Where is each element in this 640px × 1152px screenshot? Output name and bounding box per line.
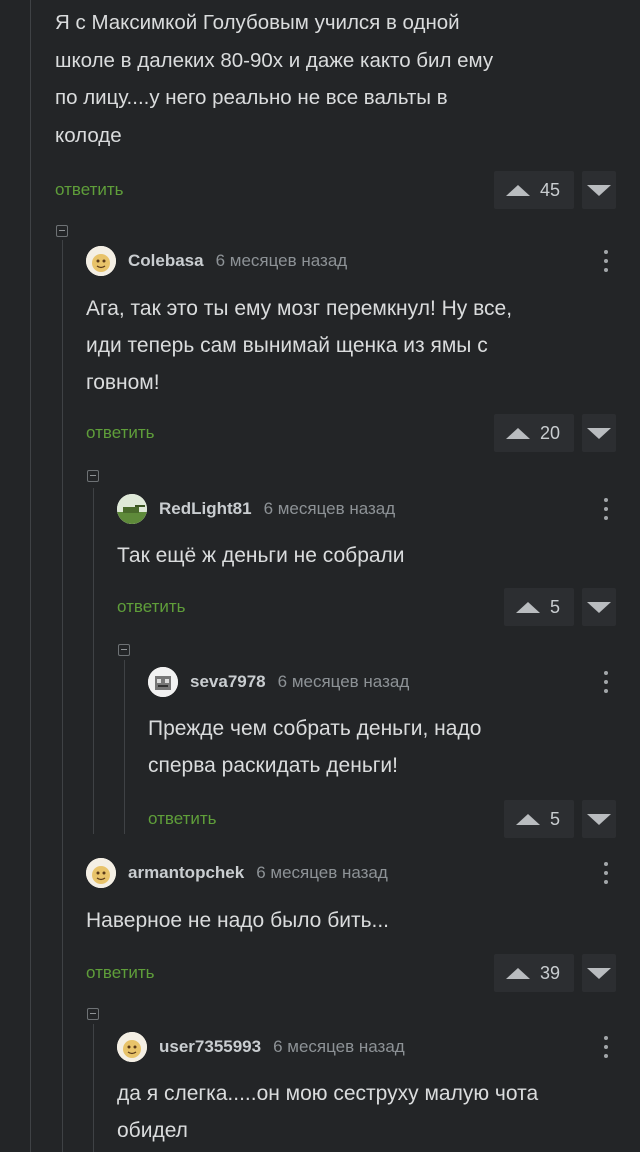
comment-text: Прежде чем собрать деньги, надо сперва р… [148, 717, 482, 777]
comment-text: Ага, так это ты ему мозг перемкнул! Ну в… [86, 297, 513, 394]
more-options-icon[interactable] [596, 1032, 616, 1062]
rating: 20 [493, 414, 616, 452]
comment-actions: ответить 39 [86, 953, 616, 993]
more-options-icon[interactable] [596, 494, 616, 524]
rating-count: 5 [549, 808, 560, 829]
arrow-up-icon [515, 601, 540, 613]
upvote-button[interactable]: 5 [503, 800, 574, 838]
comment-text: Так ещё ж деньги не собрали [117, 544, 405, 567]
downvote-button[interactable] [582, 954, 616, 992]
upvote-button[interactable]: 39 [493, 954, 574, 992]
downvote-button[interactable] [582, 171, 616, 209]
comment-text: Наверное не надо было бить... [86, 909, 390, 932]
comment: armantopchek 6 месяцев назад Наверное не… [86, 857, 616, 993]
author-name[interactable]: Colebasa [128, 251, 204, 271]
comment-time: 6 месяцев назад [215, 251, 348, 270]
rating-count: 20 [539, 422, 560, 443]
author-name[interactable]: seva7978 [190, 672, 266, 692]
arrow-up-icon [505, 967, 530, 979]
comment-header: seva7978 6 месяцев назад [148, 666, 616, 698]
rating: 5 [503, 588, 616, 626]
collapse-toggle-icon[interactable] [87, 1008, 99, 1020]
arrow-down-icon [587, 601, 611, 613]
rating-count: 5 [549, 596, 560, 617]
arrow-down-icon [587, 427, 611, 439]
rating: 39 [493, 954, 616, 992]
rating: 45 [493, 171, 616, 209]
downvote-button[interactable] [582, 588, 616, 626]
comment-time: 6 месяцев назад [273, 1037, 405, 1056]
comment-text: да я слегка.....он мою сеструху малую чо… [117, 1082, 539, 1142]
avatar[interactable] [148, 667, 178, 697]
comment-header: user7355993 6 месяцев назад [117, 1031, 616, 1063]
avatar[interactable] [117, 494, 147, 524]
avatar[interactable] [86, 246, 116, 276]
arrow-down-icon [587, 813, 611, 825]
reply-link[interactable]: ответить [55, 180, 124, 200]
arrow-down-icon [587, 184, 611, 196]
avatar[interactable] [117, 1032, 147, 1062]
downvote-button[interactable] [582, 800, 616, 838]
upvote-button[interactable]: 5 [503, 588, 574, 626]
comment-actions: ответить 20 [86, 413, 616, 453]
thread-line [30, 0, 31, 1152]
reply-link[interactable]: ответить [148, 809, 217, 829]
comment-time: 6 месяцев назад [263, 499, 396, 518]
arrow-up-icon [505, 427, 530, 439]
comment-actions: ответить 5 [117, 587, 616, 627]
comment-actions: ответить 45 [55, 170, 616, 210]
thread-line [93, 488, 94, 834]
rating-count: 39 [539, 962, 560, 983]
author-name[interactable]: RedLight81 [159, 499, 252, 519]
root-comment: Я с Максимкой Голубовым учился в одной ш… [55, 4, 616, 210]
collapse-toggle-icon[interactable] [118, 644, 130, 656]
rating: 5 [503, 800, 616, 838]
comment: RedLight81 6 месяцев назад Так ещё ж ден… [117, 493, 616, 627]
comment-time: 6 месяцев назад [256, 863, 388, 882]
comment-header: Colebasa 6 месяцев назад [86, 245, 616, 277]
arrow-up-icon [505, 184, 530, 196]
downvote-button[interactable] [582, 414, 616, 452]
collapse-toggle-icon[interactable] [87, 470, 99, 482]
upvote-button[interactable]: 20 [493, 414, 574, 452]
author-name[interactable]: user7355993 [159, 1037, 261, 1057]
more-options-icon[interactable] [596, 858, 616, 888]
thread-line [93, 1024, 94, 1152]
author-name[interactable]: armantopchek [128, 863, 244, 883]
more-options-icon[interactable] [596, 246, 616, 276]
reply-link[interactable]: ответить [117, 597, 186, 617]
rating-count: 45 [539, 179, 560, 200]
arrow-up-icon [515, 813, 540, 825]
collapse-toggle-icon[interactable] [56, 225, 68, 237]
comment: user7355993 6 месяцев назад да я слегка.… [117, 1031, 616, 1149]
thread-line [124, 660, 125, 834]
thread-line [62, 240, 63, 1152]
comment-header: RedLight81 6 месяцев назад [117, 493, 616, 525]
comment-header: armantopchek 6 месяцев назад [86, 857, 616, 889]
reply-link[interactable]: ответить [86, 423, 155, 443]
comment-text: Я с Максимкой Голубовым учился в одной ш… [55, 11, 494, 147]
comment: Colebasa 6 месяцев назад Ага, так это ты… [86, 245, 616, 453]
comment-actions: ответить 5 [148, 799, 616, 839]
reply-link[interactable]: ответить [86, 963, 155, 983]
comment: seva7978 6 месяцев назад Прежде чем собр… [148, 666, 616, 839]
upvote-button[interactable]: 45 [493, 171, 574, 209]
avatar[interactable] [86, 858, 116, 888]
arrow-down-icon [587, 967, 611, 979]
more-options-icon[interactable] [596, 667, 616, 697]
comment-time: 6 месяцев назад [277, 672, 410, 691]
